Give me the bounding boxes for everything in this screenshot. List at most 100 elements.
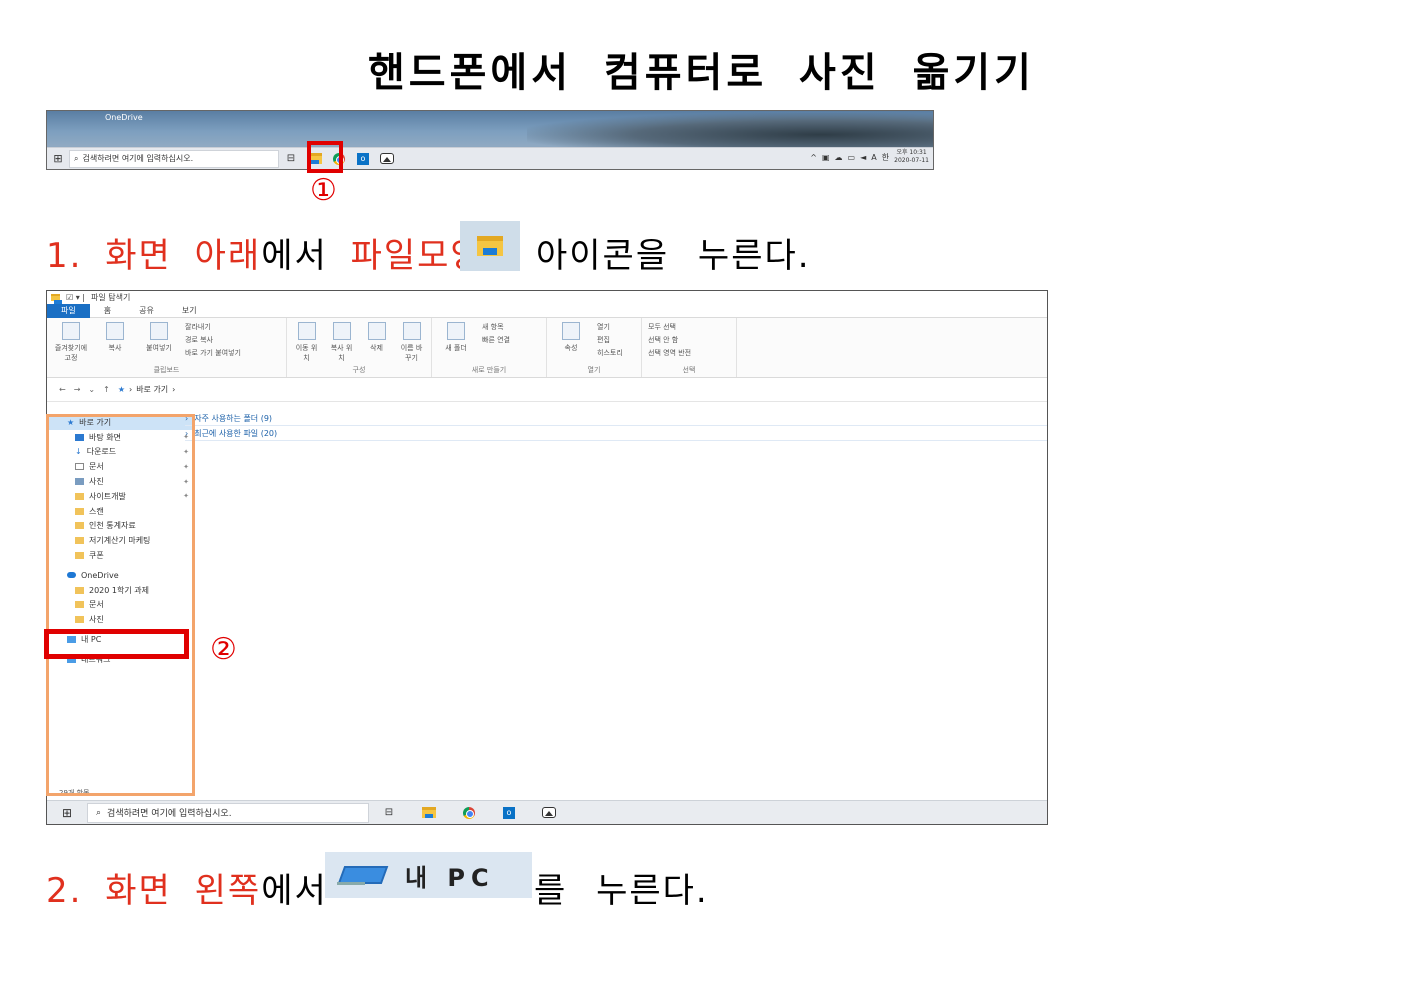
ime-indicator[interactable]: A [871, 153, 876, 162]
step-1-text: 1. 화면 아래에서 파일모양 [46, 228, 484, 277]
tab-home[interactable]: 홈 [90, 304, 125, 318]
window-title: 파일 탐색기 [90, 293, 131, 302]
step-2-text-2: 를 누른다. [534, 871, 709, 911]
taskbar-search-box[interactable]: ⌕ 검색하려면 여기에 입력하십시오. [87, 802, 369, 823]
network-icon[interactable]: ▭ [848, 153, 856, 162]
content-group-recent-files[interactable]: › 최근에 사용한 파일 (20) [185, 426, 1047, 441]
history-button[interactable]: 히스토리 [597, 348, 623, 358]
rename-label: 이름 바꾸기 [400, 344, 423, 362]
marker-2: ② [210, 632, 237, 667]
step-1-text-1: 에서 [261, 236, 328, 276]
taskbar-search-placeholder: 검색하려면 여기에 입력하십시오. [107, 809, 232, 819]
copy-label: 복사 [108, 344, 122, 352]
step-2-number: 2. [46, 871, 83, 911]
edit-button[interactable]: 편집 [597, 335, 623, 345]
clock[interactable]: 오후 10:31 2020-07-11 [894, 149, 929, 165]
ribbon-group-clipboard: 즐겨찾기에 고정 복사 붙여넣기 잘라내기 경로 복사 바로 가기 붙여넣기 클… [47, 318, 287, 377]
group-label-organize: 구성 [352, 366, 366, 374]
group-label-select: 선택 [682, 366, 696, 374]
address-bar-row: ← → ⌄ ↑ ★ › 바로 가기 › [47, 378, 1047, 402]
open-button[interactable]: 열기 [597, 322, 623, 332]
ribbon-group-select: 모두 선택 선택 안 함 선택 영역 반전 선택 [642, 318, 737, 377]
pin-icon [62, 322, 80, 340]
copy-path-button[interactable]: 경로 복사 [185, 335, 241, 345]
step-2-red-2: 왼쪽 [194, 871, 262, 911]
language-indicator[interactable]: 한 [882, 152, 889, 163]
step-1-number: 1. [46, 236, 83, 276]
taskbar-2: ⊞ ⌕ 검색하려면 여기에 입력하십시오. ⊟ o [47, 800, 1047, 824]
highlight-box-file-explorer [307, 141, 343, 173]
highlight-box-navigation [46, 414, 195, 796]
folder-icon [51, 294, 62, 304]
explorer-screenshot: ☑ ▾ | 파일 탐색기 파일 홈 공유 보기 즐겨찾기에 고정 복사 붙여넣기… [46, 290, 1048, 825]
move-to-label: 이동 위치 [295, 344, 318, 362]
outlook-icon[interactable]: o [489, 802, 529, 824]
path-chevron-icon: › [172, 385, 176, 394]
star-icon: ★ [117, 385, 125, 394]
group-label-open: 열기 [587, 366, 601, 374]
windows-start-icon[interactable]: ⊞ [47, 806, 87, 820]
new-folder-label: 새 폴더 [445, 344, 467, 352]
step-1-text-2: 아이콘을 누른다. [536, 236, 811, 276]
ribbon: 즐겨찾기에 고정 복사 붙여넣기 잘라내기 경로 복사 바로 가기 붙여넣기 클… [47, 318, 1047, 378]
cut-button[interactable]: 잘라내기 [185, 322, 241, 332]
easy-access-button[interactable]: 빠른 연결 [482, 335, 510, 345]
search-icon: ⌕ [74, 153, 79, 163]
rename-icon [402, 322, 421, 340]
tray-app-icon[interactable]: ▣ [822, 153, 830, 162]
move-icon [297, 322, 316, 340]
content-group-frequent-folders[interactable]: › 자주 사용하는 폴더 (9) [185, 411, 1047, 426]
content-pane: › 자주 사용하는 폴더 (9) › 최근에 사용한 파일 (20) [185, 411, 1047, 441]
outlook-icon[interactable]: o [351, 149, 375, 169]
volume-icon[interactable]: ◄ [860, 153, 866, 162]
back-arrow-icon[interactable]: ← [59, 385, 66, 394]
page-title: 핸드폰에서 컴퓨터로 사진 옮기기 [368, 50, 1035, 96]
group-label: 자주 사용하는 폴더 (9) [194, 413, 273, 423]
onedrive-icon[interactable]: ☁ [835, 153, 843, 162]
step-1-red-2: 아래 [194, 236, 262, 276]
search-icon: ⌕ [96, 807, 102, 818]
explorer-titlebar: ☑ ▾ | 파일 탐색기 [47, 291, 1047, 304]
wallpaper-shape [527, 113, 933, 149]
taskbar-search-box[interactable]: ⌕ 검색하려면 여기에 입력하십시오. [69, 149, 279, 168]
marker-1: ① [310, 173, 337, 208]
file-explorer-icon-large [460, 221, 520, 271]
tab-file[interactable]: 파일 [47, 303, 90, 318]
select-all-button[interactable]: 모두 선택 [648, 322, 691, 332]
quick-access-toolbar-icon[interactable]: ☑ ▾ | [66, 293, 85, 302]
forward-arrow-icon[interactable]: → [74, 385, 81, 394]
address-path[interactable]: ★ › 바로 가기 › [118, 384, 176, 395]
paste-shortcut-button[interactable]: 바로 가기 붙여넣기 [185, 348, 241, 358]
step-2-text: 2. 화면 왼쪽에서 [46, 863, 328, 912]
task-view-icon[interactable]: ⊟ [369, 802, 409, 824]
taskbar: ⊞ ⌕ 검색하려면 여기에 입력하십시오. ⊟ o ^ ▣ ☁ ▭ ◄ A 한 … [47, 147, 933, 169]
desktop-label: OneDrive [105, 113, 143, 122]
computer-icon [337, 866, 381, 885]
new-item-button[interactable]: 새 항목 [482, 322, 510, 332]
copy-to-icon [332, 322, 351, 340]
recent-chevron-icon[interactable]: ⌄ [88, 385, 95, 394]
chevron-up-icon[interactable]: ^ [810, 153, 817, 162]
ribbon-tabs: 파일 홈 공유 보기 [47, 303, 1047, 318]
file-explorer-icon[interactable] [409, 802, 449, 824]
photos-icon[interactable] [529, 802, 569, 824]
windows-start-icon[interactable]: ⊞ [47, 152, 69, 165]
photos-icon[interactable] [375, 149, 399, 169]
ribbon-group-new: 새 폴더 새 항목 빠른 연결 새로 만들기 [432, 318, 547, 377]
ribbon-group-organize: 이동 위치 복사 위치 삭제 이름 바꾸기 구성 [287, 318, 432, 377]
group-label-clipboard: 클립보드 [153, 366, 180, 374]
invert-selection-button[interactable]: 선택 영역 반전 [648, 348, 691, 358]
up-arrow-icon[interactable]: ↑ [103, 385, 110, 394]
copy-to-label: 복사 위치 [330, 344, 353, 362]
chrome-icon[interactable] [449, 802, 489, 824]
copy-icon [106, 322, 124, 340]
paste-icon [150, 322, 168, 340]
path-separator-icon: › [128, 385, 133, 394]
select-none-button[interactable]: 선택 안 함 [648, 335, 691, 345]
task-view-icon[interactable]: ⊟ [279, 149, 303, 169]
tab-share[interactable]: 공유 [125, 304, 168, 318]
new-folder-icon [447, 322, 465, 340]
tab-view[interactable]: 보기 [168, 304, 211, 318]
properties-icon [562, 322, 580, 340]
clock-date: 2020-07-11 [894, 157, 929, 164]
